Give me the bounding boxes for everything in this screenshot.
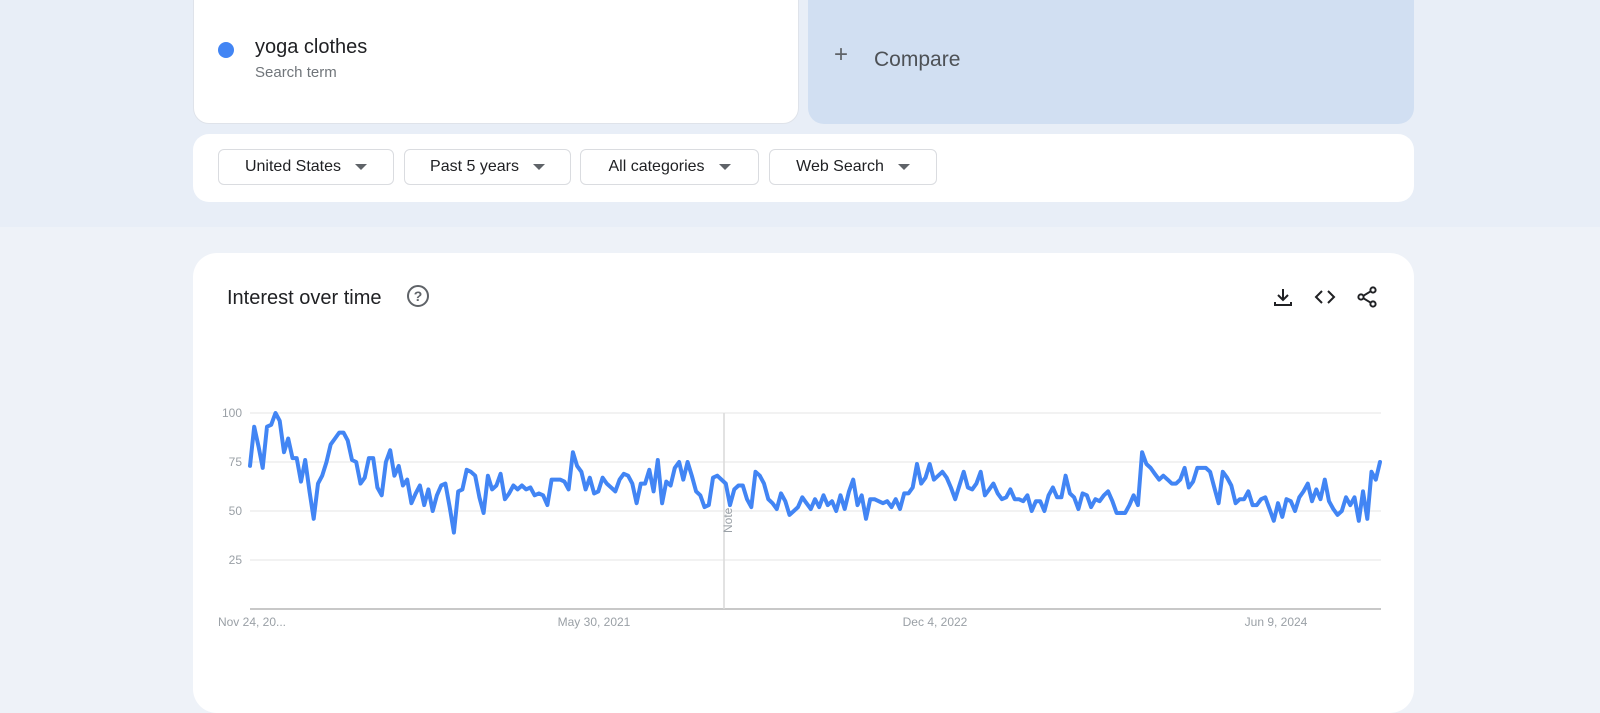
- note-marker-label: Note: [721, 507, 735, 533]
- x-tick-label: Dec 4, 2022: [903, 615, 968, 629]
- search-term-name[interactable]: yoga clothes: [255, 36, 367, 59]
- y-tick-label: 100: [222, 406, 242, 420]
- caret-down-icon: [532, 164, 545, 170]
- compare-button[interactable]: + Compare: [808, 0, 1414, 124]
- plus-icon: +: [834, 41, 849, 68]
- filter-search-type-dropdown[interactable]: Web Search: [769, 149, 937, 185]
- y-tick-label: 25: [229, 553, 243, 567]
- search-term-card[interactable]: yoga clothes Search term: [193, 0, 799, 124]
- interest-line-chart: 25 50 75 100 Nov 24, 20... May 30, 2021 Dec 4,…: [218, 406, 1382, 629]
- filter-region-label: United States: [244, 158, 342, 175]
- filter-time-dropdown[interactable]: Past 5 years: [404, 149, 571, 185]
- search-term-subtitle: Search term: [255, 64, 337, 81]
- series-line: [248, 411, 1382, 535]
- y-tick-label: 75: [229, 455, 243, 469]
- caret-down-icon: [355, 164, 368, 170]
- filter-bar: United States Past 5 years All categorie…: [193, 134, 1414, 202]
- filter-category-dropdown[interactable]: All categories: [580, 149, 759, 185]
- filter-search-type-label: Web Search: [796, 158, 884, 175]
- caret-down-icon: [718, 164, 731, 170]
- filter-region-dropdown[interactable]: United States: [218, 149, 394, 185]
- filter-category-label: All categories: [608, 158, 705, 175]
- x-tick-label: Nov 24, 20...: [218, 615, 286, 629]
- caret-down-icon: [897, 164, 910, 170]
- interest-over-time-card: Interest over time ? 25 50 75 100 Nov 24, 20…: [193, 253, 1414, 713]
- compare-label: Compare: [874, 48, 961, 71]
- filter-time-label: Past 5 years: [430, 158, 519, 175]
- term-color-dot: [218, 42, 234, 58]
- y-tick-label: 50: [229, 504, 243, 518]
- x-tick-label: Jun 9, 2024: [1245, 615, 1308, 629]
- x-tick-label: May 30, 2021: [558, 615, 631, 629]
